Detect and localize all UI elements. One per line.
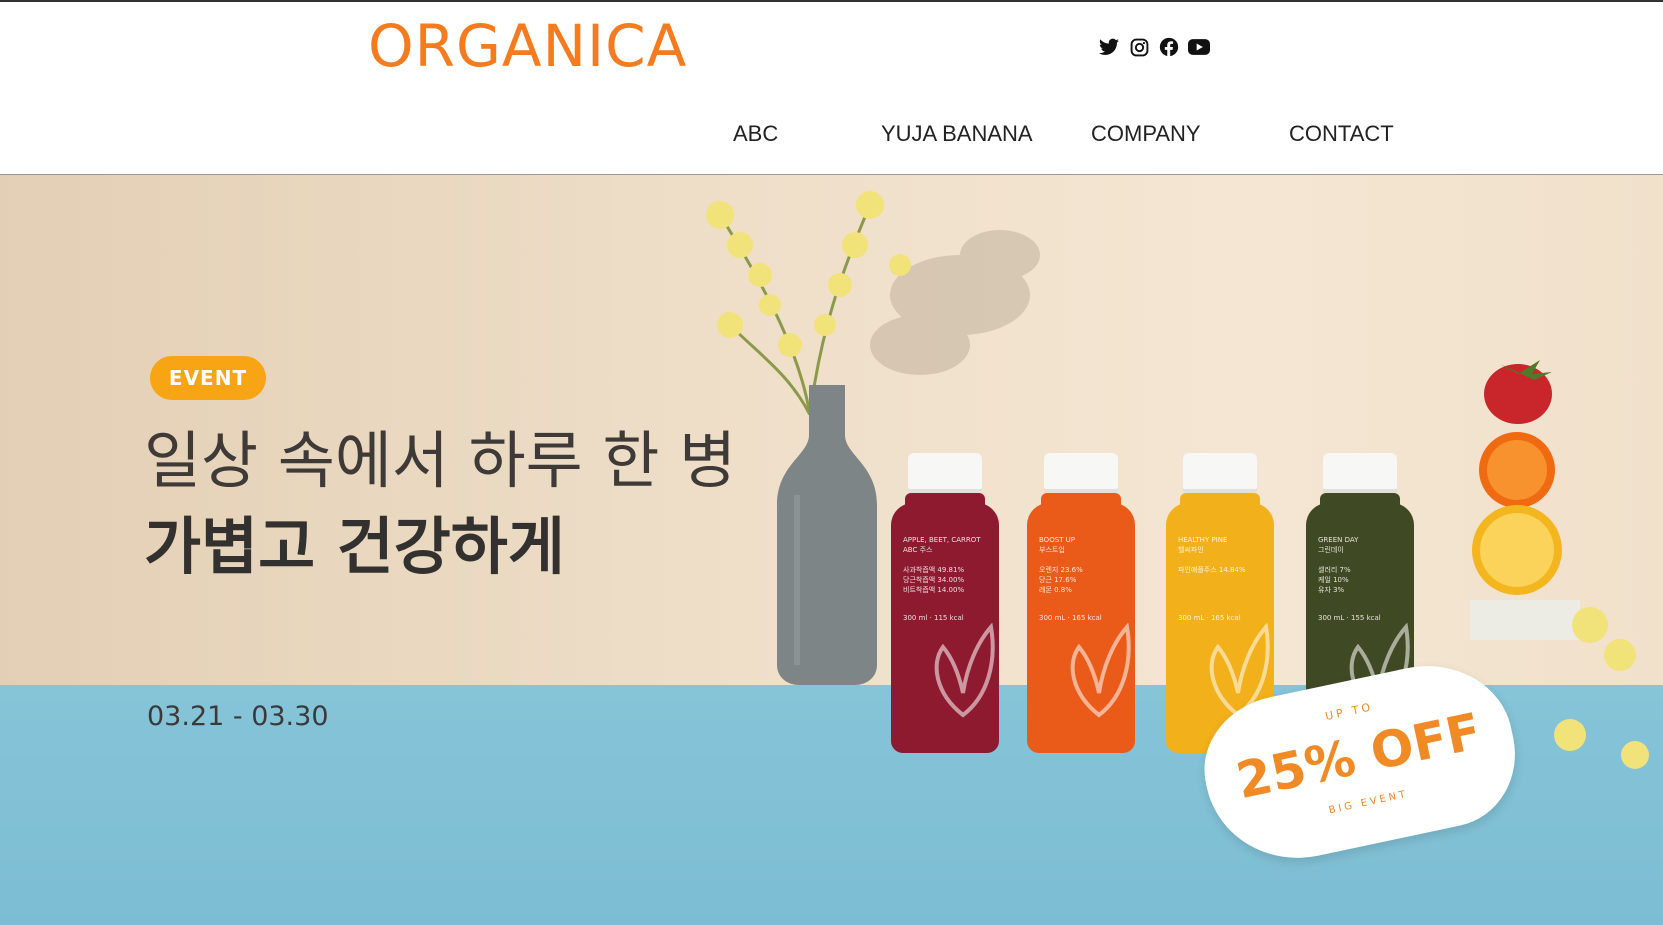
leaf-icon	[934, 623, 995, 718]
bottle-ingredient: 케일 10%	[1318, 576, 1349, 584]
bottle-name: GREEN DAY	[1318, 536, 1359, 544]
bottle-ingredient: 오렌지 23.6%	[1039, 566, 1083, 574]
leaf-icon	[1070, 623, 1131, 718]
bottle-kcal: 300 mL · 165 kcal	[1178, 614, 1241, 622]
bottle-cap	[1323, 453, 1397, 493]
bottle-ingredient: 사과착즙액 49.81%	[903, 566, 965, 574]
bottle-name: HEALTHY PINE	[1178, 536, 1228, 544]
bottle-subname: ABC 주스	[903, 546, 933, 554]
nav-item-yuja-banana[interactable]: YUJA BANANA	[881, 118, 1033, 150]
bottle-cap	[1044, 453, 1118, 493]
bottle-ingredient: 셀러리 7%	[1318, 566, 1351, 574]
bottle-kcal: 300 mL · 155 kcal	[1318, 614, 1381, 622]
bottle-subname: 부스트업	[1039, 546, 1065, 554]
site-header: ORGANICA ABC YUJA BANANA COMPANY CONTACT	[0, 2, 1663, 175]
bottle-name: BOOST UP	[1039, 536, 1075, 544]
brand-logo[interactable]: ORGANICA	[368, 14, 687, 78]
bottle-ingredient: 파인애플주스 14.84%	[1178, 566, 1246, 574]
bottle-subname: 그린데이	[1318, 546, 1344, 554]
main-nav: ABC YUJA BANANA COMPANY CONTACT	[0, 118, 1663, 150]
social-links	[1098, 36, 1210, 58]
bottle-cap	[908, 453, 982, 493]
instagram-icon[interactable]	[1128, 36, 1150, 58]
bottle-ingredient: 당근착즙액 34.00%	[903, 576, 965, 584]
nav-item-company[interactable]: COMPANY	[1091, 118, 1201, 150]
nav-item-abc[interactable]: ABC	[733, 118, 778, 150]
bottle-cap	[1183, 453, 1257, 493]
nav-item-contact[interactable]: CONTACT	[1289, 118, 1394, 150]
flower-right-illustration	[1554, 607, 1649, 769]
vase-illustration	[777, 385, 877, 685]
bottle-name: APPLE, BEET, CARROT	[903, 536, 981, 544]
bottle-subname: 헬씨파인	[1178, 546, 1204, 554]
flowers-illustration	[706, 191, 1040, 415]
bottle-ingredient: 비트착즙액 14.00%	[903, 586, 965, 594]
bottle-ingredient: 레몬 0.8%	[1039, 586, 1072, 594]
event-dates: 03.21 - 03.30	[147, 701, 329, 732]
twitter-icon[interactable]	[1098, 36, 1120, 58]
bottle-boost-up[interactable]: BOOST UP 부스트업 오렌지 23.6% 당근 17.6% 레몬 0.8%…	[1027, 453, 1135, 753]
event-badge: EVENT	[150, 356, 266, 400]
bottle-kcal: 300 ml · 115 kcal	[903, 614, 964, 622]
facebook-icon[interactable]	[1158, 36, 1180, 58]
bottle-abc[interactable]: APPLE, BEET, CARROT ABC 주스 사과착즙액 49.81% …	[891, 453, 999, 753]
bottle-kcal: 300 mL · 165 kcal	[1039, 614, 1102, 622]
bottle-ingredient: 유자 3%	[1318, 586, 1345, 594]
hero-headline-line1: 일상 속에서 하루 한 병	[144, 424, 737, 497]
hero-banner[interactable]: EVENT 일상 속에서 하루 한 병 가볍고 건강하게 03.21 - 03.…	[0, 175, 1663, 925]
youtube-icon[interactable]	[1188, 36, 1210, 58]
bottle-ingredient: 당근 17.6%	[1039, 576, 1077, 584]
hero-headline-line2: 가볍고 건강하게	[144, 510, 565, 583]
